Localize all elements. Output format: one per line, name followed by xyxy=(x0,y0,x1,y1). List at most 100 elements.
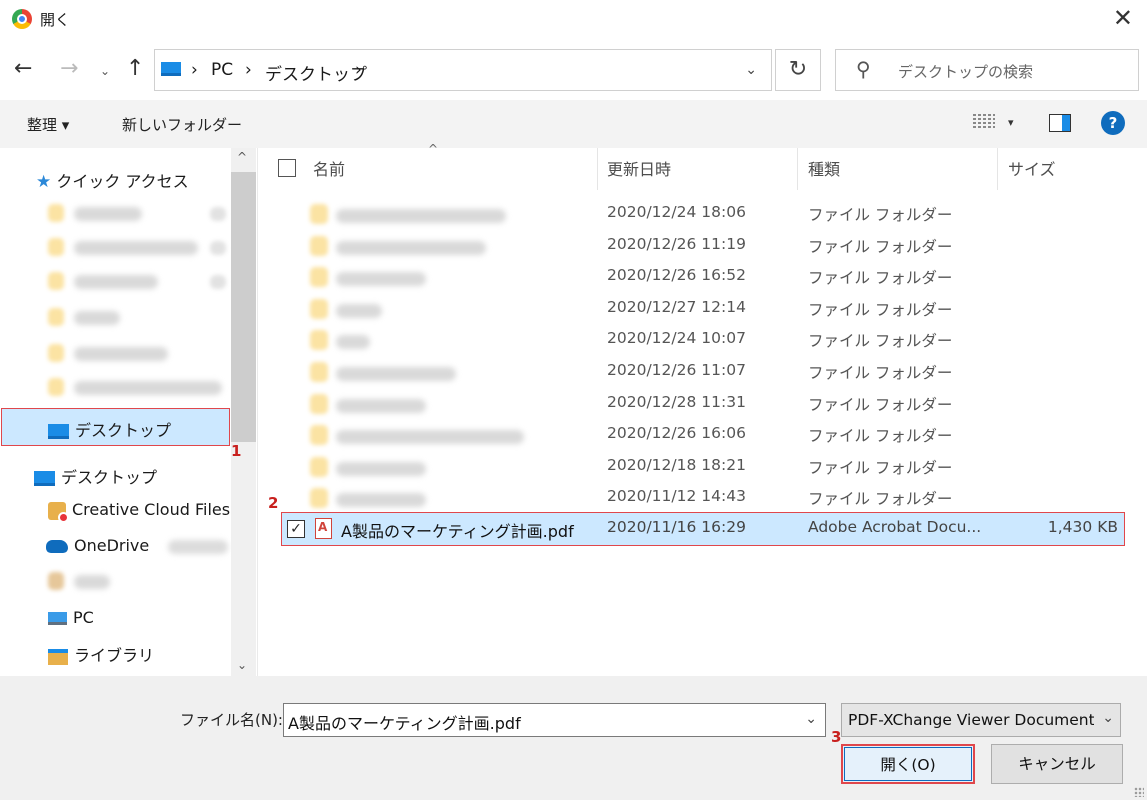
filetype-chevron-icon[interactable]: ⌄ xyxy=(1102,710,1114,726)
folder-icon xyxy=(310,204,328,224)
folder-row[interactable]: 2020/12/24 18:06 ファイル フォルダー xyxy=(258,199,1147,231)
column-divider[interactable] xyxy=(797,148,798,190)
sidebar-item-quick-access[interactable]: ★ クイック アクセス xyxy=(36,168,189,192)
breadcrumb-separator-icon[interactable]: › xyxy=(245,60,252,80)
folder-row[interactable]: 2020/12/26 16:06 ファイル フォルダー xyxy=(258,420,1147,452)
sidebar-item-blurred[interactable] xyxy=(48,344,228,362)
sidebar-item-blurred[interactable] xyxy=(48,572,128,590)
address-dropdown-chevron-icon[interactable]: ⌄ xyxy=(745,62,757,78)
column-header-type[interactable]: 種類 xyxy=(808,156,840,180)
address-bar[interactable]: › PC › デスクトップ › ⌄ xyxy=(154,49,772,91)
sidebar-item-library[interactable]: ライブラリ xyxy=(48,642,154,666)
redacted-folder-name xyxy=(336,367,456,381)
sidebar-scrollbar[interactable]: ^ ⌄ xyxy=(231,148,256,676)
redacted-label xyxy=(74,347,168,361)
folder-date: 2020/11/12 14:43 xyxy=(607,487,746,505)
folder-icon xyxy=(48,272,64,290)
column-header-size[interactable]: サイズ xyxy=(1008,156,1056,180)
up-arrow-icon[interactable]: ↑ xyxy=(126,56,144,81)
folder-icon xyxy=(310,299,328,319)
redacted-folder-name xyxy=(336,335,370,349)
help-icon[interactable]: ? xyxy=(1101,111,1125,135)
command-toolbar: 整理 ▾ 新しいフォルダー ▾ ? xyxy=(0,100,1147,148)
file-name: A製品のマーケティング計画.pdf xyxy=(341,522,574,541)
redacted-folder-name xyxy=(336,209,506,223)
sidebar-item-desktop[interactable]: デスクトップ xyxy=(34,464,157,488)
redacted-label xyxy=(74,207,142,221)
folder-row[interactable]: 2020/12/27 12:14 ファイル フォルダー xyxy=(258,294,1147,326)
sidebar-item-blurred[interactable] xyxy=(48,238,228,256)
refresh-button[interactable]: ↻ xyxy=(775,49,821,91)
scroll-up-icon[interactable]: ^ xyxy=(237,150,247,164)
folder-date: 2020/12/28 11:31 xyxy=(607,393,746,411)
scroll-down-icon[interactable]: ⌄ xyxy=(237,658,247,672)
sidebar-item-label: デスクトップ xyxy=(75,421,172,440)
view-details-icon[interactable] xyxy=(973,112,995,132)
sidebar-item-onedrive[interactable]: OneDrive xyxy=(46,536,229,555)
folder-row[interactable]: 2020/12/18 18:21 ファイル フォルダー xyxy=(258,452,1147,484)
recent-locations-chevron-icon[interactable]: ⌄ xyxy=(100,64,110,78)
sidebar-item-label: ライブラリ xyxy=(74,646,155,665)
folder-type: ファイル フォルダー xyxy=(808,332,953,350)
folder-row[interactable]: 2020/12/24 10:07 ファイル フォルダー xyxy=(258,325,1147,357)
new-folder-button[interactable]: 新しいフォルダー xyxy=(122,114,242,135)
folder-icon xyxy=(310,267,328,287)
search-input[interactable]: ⚲ デスクトップの検索 xyxy=(835,49,1139,91)
redacted-folder-name xyxy=(336,462,426,476)
pdf-file-icon xyxy=(315,518,332,539)
sidebar-item-blurred[interactable] xyxy=(48,378,228,396)
open-button[interactable]: 開く(O) xyxy=(841,744,975,784)
sidebar-item-label: クイック アクセス xyxy=(56,172,189,191)
dialog-footer: ファイル名(N): A製品のマーケティング計画.pdf ⌄ PDF-XChang… xyxy=(0,676,1147,800)
folder-row[interactable]: 2020/12/26 16:52 ファイル フォルダー xyxy=(258,262,1147,294)
preview-pane-icon[interactable] xyxy=(1049,114,1071,132)
column-divider[interactable] xyxy=(597,148,598,190)
folder-row[interactable]: 2020/12/28 11:31 ファイル フォルダー xyxy=(258,389,1147,421)
file-checkbox[interactable]: ✓ xyxy=(287,520,305,538)
folder-type: ファイル フォルダー xyxy=(808,238,953,256)
folder-row[interactable]: 2020/12/26 11:19 ファイル フォルダー xyxy=(258,231,1147,263)
sidebar-item-pc[interactable]: PC xyxy=(48,608,94,627)
view-dropdown-icon[interactable]: ▾ xyxy=(1008,116,1014,129)
breadcrumb-separator-icon[interactable]: › xyxy=(355,60,362,80)
filename-dropdown-chevron-icon[interactable]: ⌄ xyxy=(805,711,817,727)
annotation-marker-1: 1 xyxy=(231,442,242,460)
folder-row[interactable]: 2020/12/26 11:07 ファイル フォルダー xyxy=(258,357,1147,389)
title-bar: 開く ✕ xyxy=(0,0,1147,38)
folder-icon xyxy=(310,425,328,445)
filename-input[interactable]: A製品のマーケティング計画.pdf ⌄ xyxy=(283,703,826,737)
filetype-value: PDF-XChange Viewer Documents xyxy=(848,711,1094,729)
breadcrumb-separator-icon[interactable]: › xyxy=(191,60,198,80)
filetype-select[interactable]: PDF-XChange Viewer Documents ⌄ xyxy=(841,703,1121,737)
close-icon[interactable]: ✕ xyxy=(1113,4,1133,32)
column-header-name[interactable]: 名前 xyxy=(313,156,345,180)
breadcrumb-desktop[interactable]: デスクトップ xyxy=(265,60,367,85)
redacted-label xyxy=(74,311,120,325)
sidebar-item-blurred[interactable] xyxy=(48,272,228,290)
annotation-marker-3: 3 xyxy=(831,728,842,746)
folder-icon xyxy=(48,238,64,256)
folder-icon xyxy=(48,378,64,396)
sidebar-item-blurred[interactable] xyxy=(48,308,228,326)
select-all-checkbox[interactable] xyxy=(278,159,296,177)
folder-type: ファイル フォルダー xyxy=(808,490,953,508)
selected-file-row[interactable]: ✓ A製品のマーケティング計画.pdf 2020/11/16 16:29 Ado… xyxy=(281,512,1125,546)
scrollbar-thumb[interactable] xyxy=(231,172,256,442)
sidebar-item-blurred[interactable] xyxy=(48,204,228,222)
breadcrumb-pc[interactable]: PC xyxy=(211,60,233,80)
organize-menu-button[interactable]: 整理 ▾ xyxy=(27,114,69,135)
cancel-button[interactable]: キャンセル xyxy=(991,744,1123,784)
column-divider[interactable] xyxy=(997,148,998,190)
pin-icon xyxy=(210,241,226,255)
sidebar-item-desktop-quick[interactable]: デスクトップ xyxy=(1,408,230,446)
resize-grip-icon[interactable] xyxy=(1134,787,1144,797)
creative-cloud-icon xyxy=(48,501,69,523)
folder-date: 2020/12/26 11:19 xyxy=(607,235,746,253)
back-arrow-icon[interactable]: ← xyxy=(14,56,32,81)
file-type: Adobe Acrobat Docu... xyxy=(808,518,982,536)
sidebar-item-creative-cloud[interactable]: Creative Cloud Files xyxy=(48,500,230,523)
forward-arrow-icon[interactable]: → xyxy=(60,56,78,81)
column-header-date[interactable]: 更新日時 xyxy=(607,156,671,180)
folder-row[interactable]: 2020/11/12 14:43 ファイル フォルダー xyxy=(258,483,1147,515)
file-list: ^ 名前 更新日時 種類 サイズ 2020/12/24 18:06 ファイル フ… xyxy=(258,142,1147,676)
